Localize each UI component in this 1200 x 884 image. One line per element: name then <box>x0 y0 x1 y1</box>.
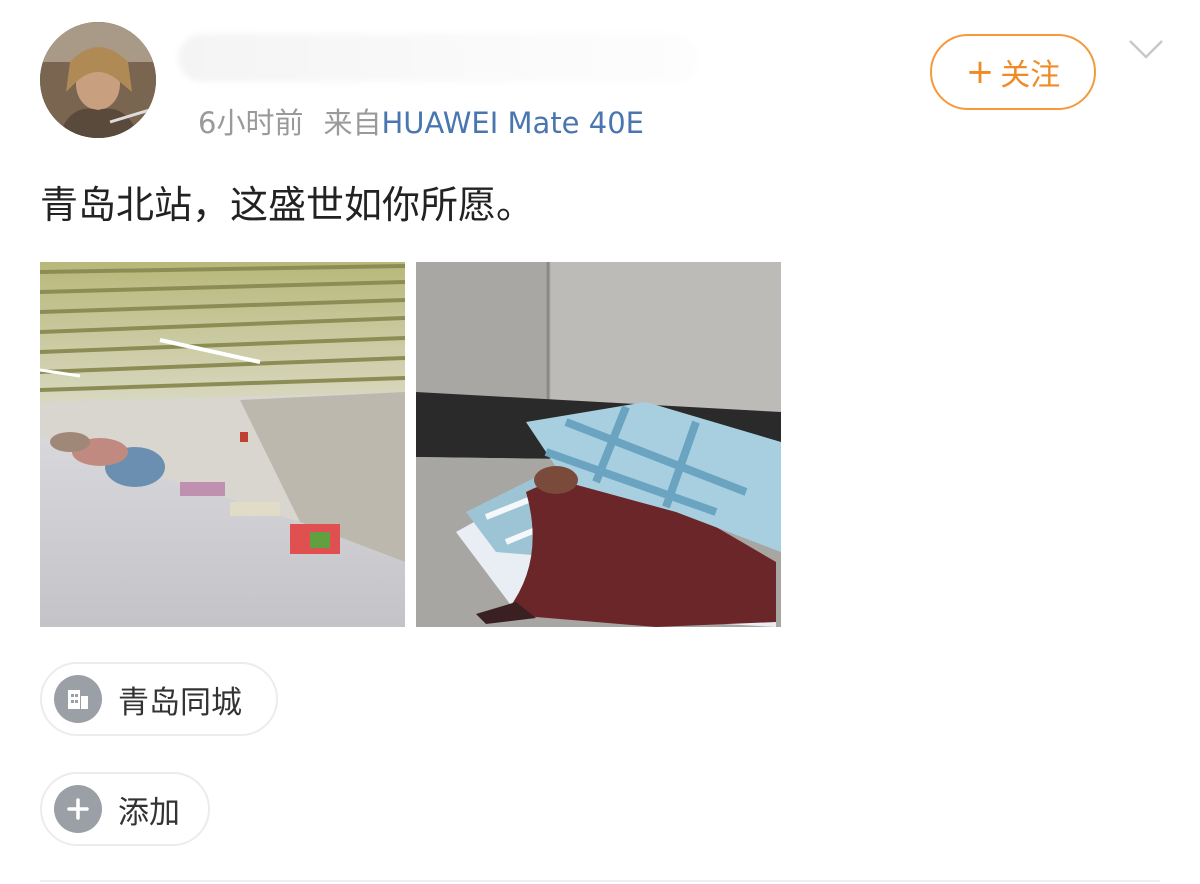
device-link[interactable]: HUAWEI Mate 40E <box>381 106 644 140</box>
tag-city[interactable]: 青岛同城 <box>40 662 278 736</box>
divider <box>40 880 1160 882</box>
tag-add-button[interactable]: 添加 <box>40 772 210 846</box>
post-image-1[interactable] <box>40 262 405 627</box>
plus-circle-icon <box>54 785 102 833</box>
source-prefix: 来自 <box>323 106 382 140</box>
post-image-2[interactable] <box>416 262 781 627</box>
plus-icon: + <box>965 52 995 92</box>
person-sleeping-photo <box>416 262 781 627</box>
follow-button[interactable]: + 关注 <box>930 34 1096 110</box>
post-text: 青岛北站，这盛世如你所愿。 <box>40 183 535 227</box>
user-avatar[interactable] <box>40 22 156 138</box>
tag-add-label: 添加 <box>118 794 180 831</box>
avatar-image <box>40 22 156 138</box>
post-time: 6小时前 <box>198 106 304 140</box>
city-building-icon <box>54 675 102 723</box>
username-placeholder <box>178 34 698 82</box>
underground-passage-photo <box>40 262 405 627</box>
tag-city-label: 青岛同城 <box>118 684 242 721</box>
chevron-down-icon[interactable] <box>1128 38 1164 60</box>
post-meta: 6小时前 来自HUAWEI Mate 40E <box>198 100 644 142</box>
follow-label: 关注 <box>1000 58 1061 93</box>
